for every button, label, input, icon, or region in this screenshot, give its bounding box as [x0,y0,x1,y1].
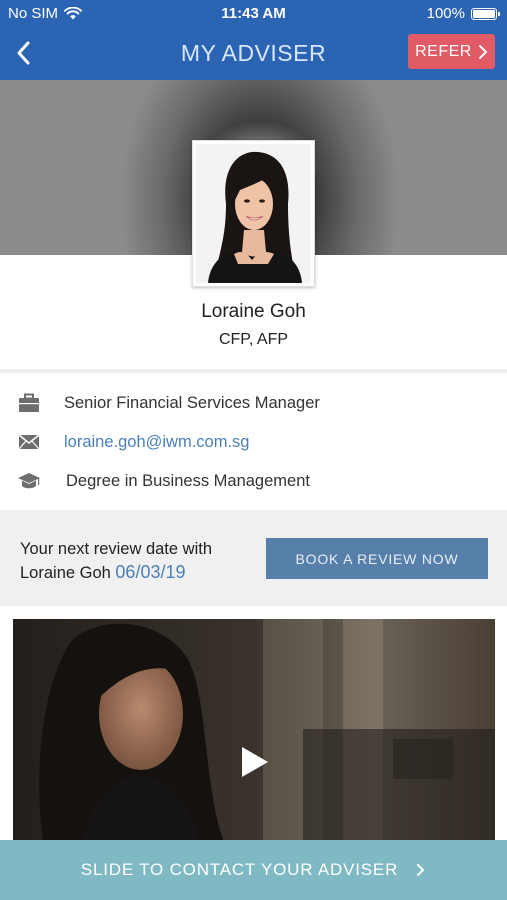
video-section [0,606,507,840]
book-review-button[interactable]: BOOK A REVIEW NOW [266,538,488,579]
role-text: Senior Financial Services Manager [64,393,320,412]
adviser-photo [196,144,311,283]
review-date: 06/03/19 [115,562,186,582]
email-link[interactable]: loraine.goh@iwm.com.sg [64,433,250,452]
slide-to-contact-bar[interactable]: SLIDE TO CONTACT YOUR ADVISER [0,840,507,900]
battery-group: 100% [426,5,500,22]
video-thumbnail [13,619,495,840]
battery-icon [471,7,500,20]
detail-row-role: Senior Financial Services Manager [0,388,507,418]
details-section: Senior Financial Services Manager lorain… [0,373,507,510]
slide-label: SLIDE TO CONTACT YOUR ADVISER [80,860,399,879]
review-text: Your next review date with Loraine Goh 0… [20,538,250,585]
battery-percent: 100% [426,5,465,22]
chevron-right-icon [417,864,425,876]
detail-row-email[interactable]: loraine.goh@iwm.com.sg [0,427,507,457]
video-player[interactable] [13,619,495,840]
refer-button[interactable]: REFER [408,34,495,69]
education-text: Degree in Business Management [66,471,310,490]
graduation-cap-icon [17,469,41,493]
chevron-right-icon [478,44,487,59]
avatar [192,140,315,287]
adviser-qualifications: CFP, AFP [218,331,289,348]
envelope-icon [17,430,41,454]
review-text-line1: Your next review date with [20,540,212,558]
status-bar: No SIM 11:43 AM 100% [0,0,507,28]
play-icon[interactable] [240,745,270,779]
review-section: Your next review date with Loraine Goh 0… [0,512,507,606]
review-adviser-name: Loraine Goh [20,564,111,582]
nav-bar: MY ADVISER REFER [0,28,507,80]
briefcase-icon [17,391,41,415]
detail-row-education: Degree in Business Management [0,466,507,496]
adviser-name: Loraine Goh [201,301,306,322]
refer-label: REFER [415,42,472,60]
